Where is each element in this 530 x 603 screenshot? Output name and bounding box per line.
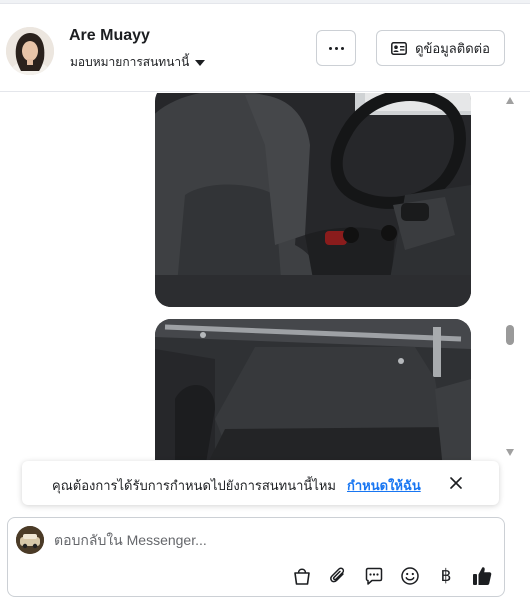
thumbs-up-icon[interactable] xyxy=(471,565,493,587)
more-options-button[interactable] xyxy=(316,30,356,66)
attachment-icon[interactable] xyxy=(327,565,349,587)
page-avatar xyxy=(16,526,44,554)
view-contact-info-label: ดูข้อมูลติดต่อ xyxy=(415,40,490,56)
assign-prompt-text: คุณต้องการได้รับการกำหนดไปยังการสนทนานี้… xyxy=(52,478,336,493)
baht-payment-icon[interactable]: ฿ xyxy=(435,565,457,587)
scroll-down-arrow-icon[interactable] xyxy=(506,449,514,456)
thread-scrollbar[interactable] xyxy=(502,93,518,460)
saved-reply-icon[interactable] xyxy=(363,565,385,587)
message-photo-car-trunk[interactable] xyxy=(155,319,471,460)
scroll-up-arrow-icon[interactable] xyxy=(506,97,514,104)
caret-down-icon xyxy=(195,60,206,66)
message-photo-car-interior[interactable] xyxy=(155,93,471,307)
assign-conversation-dropdown[interactable]: มอบหมายการสนทนานี้ xyxy=(70,53,206,72)
baht-symbol: ฿ xyxy=(440,566,452,586)
view-contact-info-button[interactable]: ดูข้อมูลติดต่อ xyxy=(376,30,505,66)
reply-input[interactable] xyxy=(54,528,484,552)
assign-to-me-link[interactable]: กำหนดให้ฉัน xyxy=(347,475,421,496)
assign-label: มอบหมายการสนทนานี้ xyxy=(70,55,190,69)
message-thread[interactable] xyxy=(0,93,502,460)
contact-card-icon xyxy=(391,41,408,55)
close-icon[interactable] xyxy=(446,473,466,493)
shop-bag-icon[interactable] xyxy=(291,565,313,587)
conversation-header: Are Muayy มอบหมายการสนทนานี้ ดูข้อมูลติด… xyxy=(0,4,530,92)
scroll-thumb[interactable] xyxy=(506,325,514,345)
more-options-icon xyxy=(328,46,332,50)
reply-composer: ฿ xyxy=(7,517,505,597)
contact-avatar[interactable] xyxy=(6,27,54,75)
contact-name: Are Muayy xyxy=(69,27,150,44)
emoji-icon[interactable] xyxy=(399,565,421,587)
assign-prompt-banner: คุณต้องการได้รับการกำหนดไปยังการสนทนานี้… xyxy=(22,461,499,505)
